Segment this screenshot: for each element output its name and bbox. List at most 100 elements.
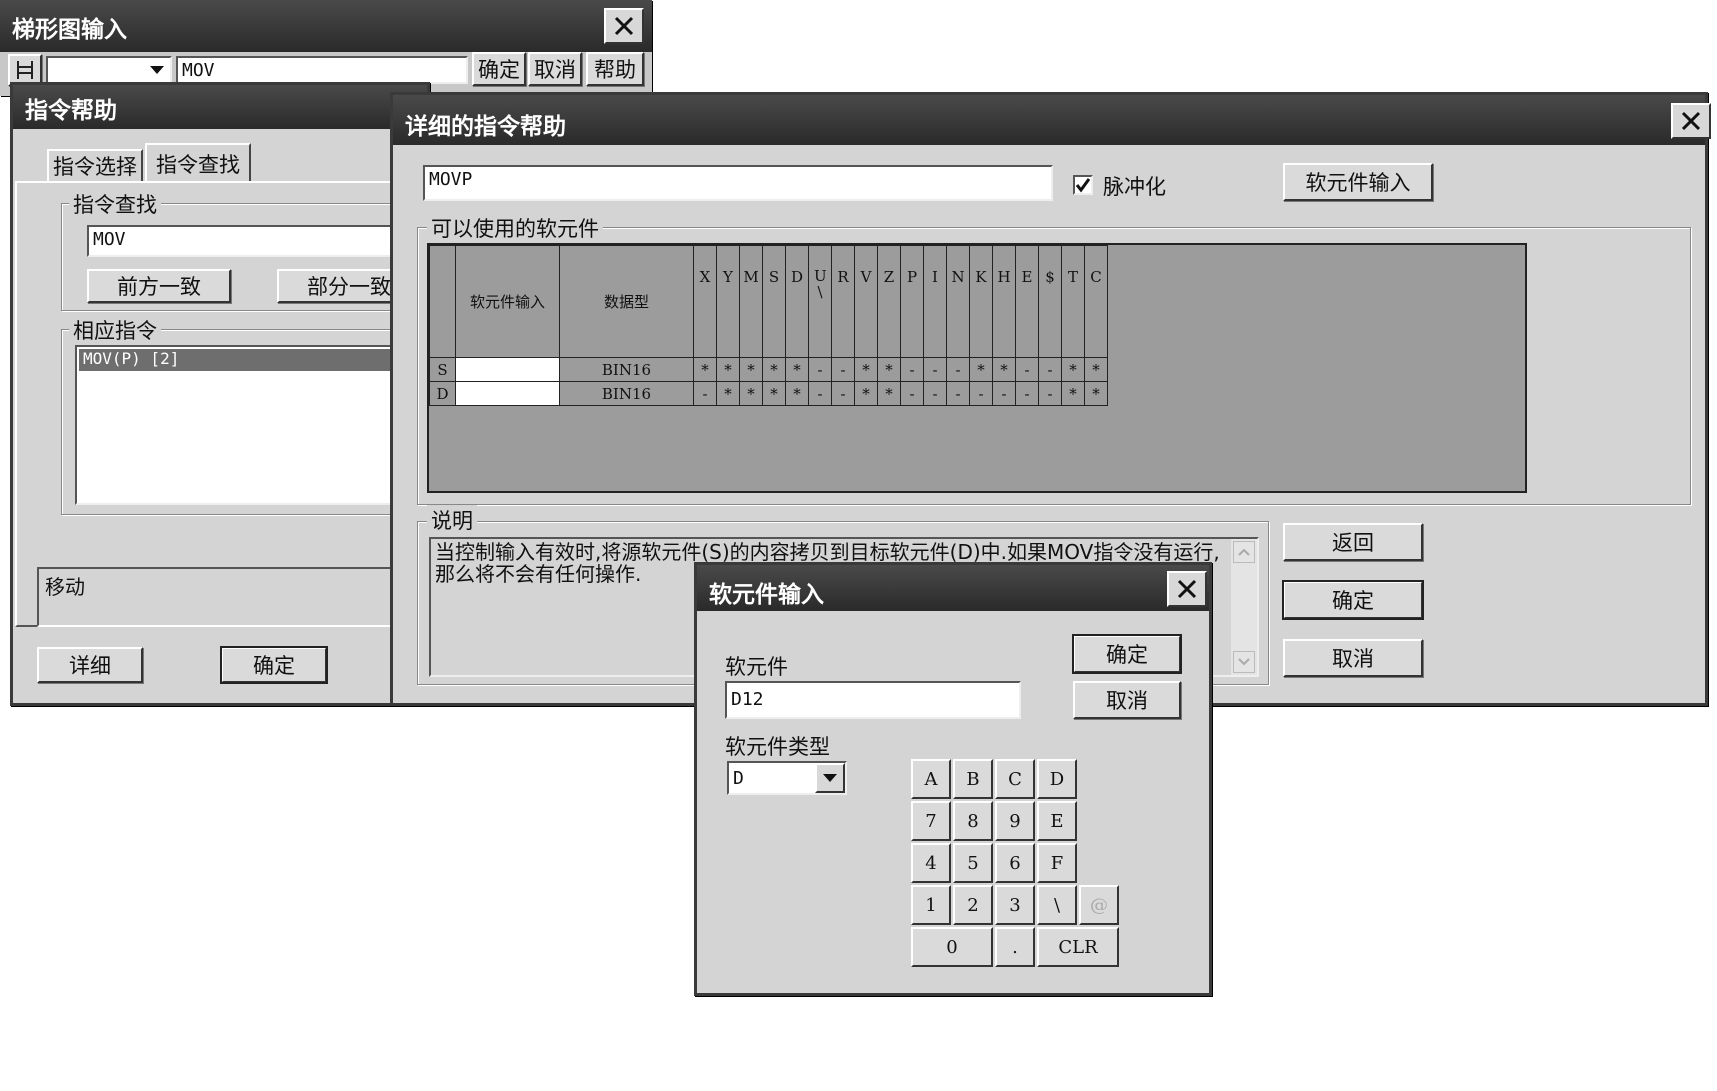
key-f-button[interactable]: F [1037, 843, 1077, 883]
key-8-button[interactable]: 8 [953, 801, 993, 841]
key-1-button[interactable]: 1 [911, 885, 951, 925]
key-6-button[interactable]: 6 [995, 843, 1035, 883]
key-backslash-button[interactable]: \ [1037, 885, 1077, 925]
matches-list[interactable]: MOV(P) [2] [75, 345, 435, 505]
table-row: D BIN16- * * * * - - * * - - - - - - - * * [429, 381, 1108, 406]
key-d-button[interactable]: D [1037, 759, 1077, 799]
ladder-cancel-button[interactable]: 取消 [528, 52, 582, 86]
instruction-help-ok-button[interactable]: 确定 [220, 646, 328, 684]
ladder-ok-button[interactable]: 确定 [472, 52, 526, 86]
device-support-cell: - [831, 381, 855, 406]
chevron-down-icon [823, 774, 837, 782]
device-input-close-button[interactable] [1167, 571, 1207, 607]
close-icon [614, 16, 634, 36]
device-support-cell: * [739, 357, 763, 382]
instruction-help-title: 指令帮助 [25, 98, 117, 124]
scroll-up-button[interactable] [1233, 541, 1255, 563]
search-input-value: MOV [93, 229, 126, 250]
back-button[interactable]: 返回 [1283, 523, 1423, 561]
device-field[interactable]: D12 [725, 681, 1021, 719]
key-4-button[interactable]: 4 [911, 843, 951, 883]
device-type-value: D [733, 768, 744, 789]
instruction-input[interactable]: MOV [176, 56, 468, 84]
device-support-cell: * [1061, 381, 1085, 406]
device-input-window: 软元件输入 软元件 D12 确定 取消 软元件类型 D ABCD789E456F… [694, 562, 1212, 996]
key-2-button[interactable]: 2 [953, 885, 993, 925]
device-type-dropdown-button[interactable] [815, 763, 845, 793]
device-support-cell: * [785, 357, 809, 382]
instruction-help-titlebar[interactable]: 指令帮助 [13, 85, 427, 129]
device-input-cell[interactable] [455, 381, 560, 406]
key-a-button[interactable]: A [911, 759, 951, 799]
device-support-cell: - [946, 381, 970, 406]
device-col-label: U\ [814, 267, 827, 301]
device-col-label: S [768, 268, 780, 286]
list-item-label: MOV(P) [2] [83, 349, 180, 368]
tab-instruction-select[interactable]: 指令选择 [47, 149, 143, 183]
device-input-cell[interactable] [455, 357, 560, 382]
device-cancel-button[interactable]: 取消 [1073, 681, 1181, 719]
ladder-input-close-button[interactable] [604, 8, 644, 44]
pulse-checkbox[interactable] [1073, 175, 1093, 195]
key-3-button[interactable]: 3 [995, 885, 1035, 925]
device-support-cell: - [693, 381, 717, 406]
device-ok-button[interactable]: 确定 [1072, 634, 1182, 674]
device-col-label: N [951, 268, 965, 286]
device-label: 软元件 [725, 655, 788, 679]
device-support-cell: - [1015, 357, 1039, 382]
device-input-button[interactable]: 软元件输入 [1283, 163, 1433, 201]
scroll-down-button[interactable] [1233, 651, 1255, 673]
data-type-header-label: 数据型 [603, 293, 649, 311]
device-support-cell: - [1038, 381, 1062, 406]
ladder-input-titlebar[interactable]: 梯形图输入 [0, 0, 652, 52]
detail-cancel-button[interactable]: 取消 [1283, 639, 1423, 677]
key-c-button[interactable]: C [995, 759, 1035, 799]
device-support-cell: - [946, 357, 970, 382]
tab-instruction-search[interactable]: 指令查找 [145, 143, 251, 183]
explain-scrollbar[interactable] [1231, 539, 1257, 675]
device-support-cell: * [1084, 381, 1108, 406]
data-type-cell: BIN16 [559, 357, 694, 382]
key-e-button[interactable]: E [1037, 801, 1077, 841]
detail-help-close-button[interactable] [1671, 103, 1711, 139]
ladder-help-button[interactable]: 帮助 [586, 52, 644, 86]
device-col-header: S [762, 245, 786, 358]
device-support-cell: - [1038, 357, 1062, 382]
device-support-cell: - [900, 381, 924, 406]
instruction-help-window: 指令帮助 指令选择 指令查找 指令查找 MOV 前方一致 部分一致 相应指令 M… [10, 82, 441, 706]
key-clr-button[interactable]: CLR [1037, 927, 1119, 967]
device-input-header: 软元件输入 [455, 245, 560, 358]
device-support-cell: * [877, 381, 901, 406]
device-col-label: V [860, 268, 872, 286]
device-support-cell: - [808, 381, 832, 406]
device-support-cell: - [808, 357, 832, 382]
device-support-cell: - [831, 357, 855, 382]
detail-button[interactable]: 详细 [37, 647, 143, 683]
key-at-button[interactable]: @ [1079, 885, 1119, 925]
key-5-button[interactable]: 5 [953, 843, 993, 883]
device-col-header: M [739, 245, 763, 358]
device-col-header: Z [877, 245, 901, 358]
key-7-button[interactable]: 7 [911, 801, 951, 841]
device-input-titlebar[interactable]: 软元件输入 [697, 565, 1209, 611]
close-icon [1681, 111, 1701, 131]
detail-help-titlebar[interactable]: 详细的指令帮助 [393, 95, 1705, 145]
prefix-match-button[interactable]: 前方一致 [87, 269, 231, 303]
key-dot-button[interactable]: . [995, 927, 1035, 967]
list-item[interactable]: MOV(P) [2] [79, 349, 433, 371]
device-support-cell: * [693, 357, 717, 382]
data-type-header: 数据型 [559, 245, 694, 358]
ladder-symbol-combo-arrow[interactable] [146, 60, 168, 80]
checkmark-icon [1075, 178, 1091, 193]
search-input[interactable]: MOV [87, 225, 437, 257]
device-col-header: I [923, 245, 947, 358]
search-group-label: 指令查找 [69, 189, 161, 219]
detail-ok-button[interactable]: 确定 [1282, 580, 1424, 620]
operand-cell: S [429, 357, 456, 382]
key-0-button[interactable]: 0 [911, 927, 993, 967]
devices-table: 软元件输入 数据型 X Y M S D U\ R V Z P I N K H E [429, 245, 1108, 406]
device-support-cell: * [785, 381, 809, 406]
key-9-button[interactable]: 9 [995, 801, 1035, 841]
key-b-button[interactable]: B [953, 759, 993, 799]
device-support-cell: - [923, 357, 947, 382]
